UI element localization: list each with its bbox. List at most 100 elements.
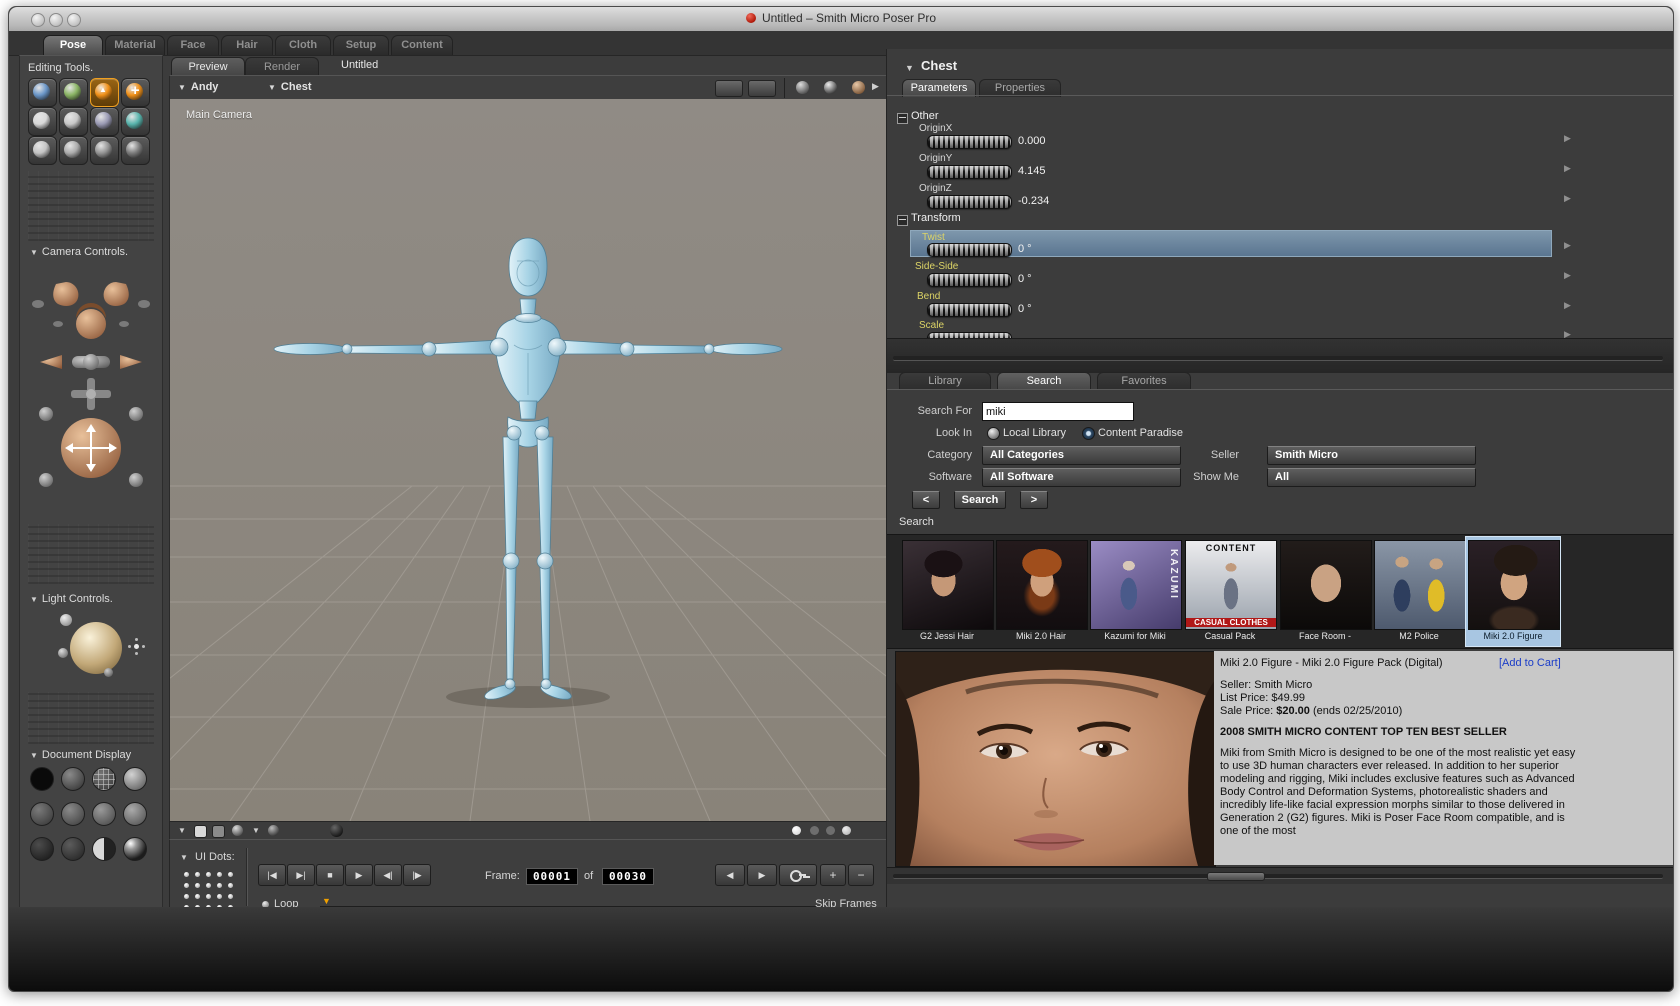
total-frames-field[interactable]: 00030 [602, 868, 654, 885]
content-paradise-radio[interactable] [1082, 427, 1095, 440]
ui-dot[interactable] [228, 894, 233, 899]
result-thumb[interactable]: Miki 2.0 Hair [994, 537, 1088, 646]
seller-dropdown[interactable]: Smith Micro [1267, 446, 1476, 465]
figure-menu[interactable]: Andy [178, 81, 219, 93]
display-wireframe-button[interactable] [92, 767, 116, 791]
color-tool-button[interactable] [121, 107, 150, 136]
tab-pose[interactable]: Pose [43, 35, 103, 55]
param-originx-menu-arrow[interactable]: ▶ [1564, 133, 1571, 144]
first-frame-button[interactable] [258, 864, 286, 886]
scrub-marker[interactable]: ▼ [322, 896, 331, 906]
display-cartoon-button[interactable] [123, 802, 147, 826]
camera-controls-title[interactable]: Camera Controls. [30, 246, 128, 258]
param-twist-menu-arrow[interactable]: ▶ [1564, 240, 1571, 251]
result-thumb[interactable]: M2 Police [1372, 537, 1466, 646]
param-originz-value[interactable]: -0.234 [1018, 195, 1049, 207]
display-hidden-line-button[interactable] [30, 802, 54, 826]
ui-dot[interactable] [195, 883, 200, 888]
tab-search[interactable]: Search [997, 372, 1091, 390]
param-originy-value[interactable]: 4.145 [1018, 165, 1046, 177]
multi-view-icon[interactable] [748, 80, 776, 97]
page-dot-3[interactable] [826, 826, 835, 835]
view-magnifier-tool-button[interactable] [59, 136, 88, 165]
depth-cue-caret-icon[interactable]: ▼ [178, 826, 186, 835]
show-me-dropdown[interactable]: All [1267, 468, 1476, 487]
ui-dots-caret-icon[interactable]: ▼ [180, 853, 188, 862]
parameters-caret-icon[interactable]: ▼ [905, 63, 914, 73]
display-flat-lined-button[interactable] [92, 802, 116, 826]
result-thumb-selected[interactable]: Miki 2.0 Figure [1465, 536, 1561, 647]
grouping-tool-button[interactable] [28, 136, 57, 165]
document-display-title[interactable]: Document Display [30, 749, 131, 761]
param-originz-menu-arrow[interactable]: ▶ [1564, 193, 1571, 204]
param-twist-value[interactable]: 0 ° [1018, 243, 1032, 255]
viewport-3d[interactable]: Main Camera [169, 99, 887, 821]
chain-break-tool-button[interactable] [90, 107, 119, 136]
result-thumb[interactable]: KAZUMI Kazumi for Miki [1088, 537, 1182, 646]
ui-dot[interactable] [184, 905, 189, 910]
ui-dot[interactable] [228, 883, 233, 888]
ui-dot[interactable] [195, 894, 200, 899]
display-shadow-button[interactable] [123, 837, 147, 861]
tab-hair[interactable]: Hair [221, 35, 273, 55]
result-thumb[interactable]: Face Room - [1278, 537, 1372, 646]
param-bend-value[interactable]: 0 ° [1018, 303, 1032, 315]
delete-keyframe-button[interactable] [848, 864, 874, 886]
ui-dot[interactable] [195, 872, 200, 877]
light-controls-cluster[interactable] [58, 614, 154, 686]
stop-button[interactable] [316, 864, 344, 886]
tab-cloth[interactable]: Cloth [275, 35, 331, 55]
page-dot-1[interactable] [792, 826, 801, 835]
camera-view-icon[interactable] [715, 80, 743, 97]
prev-keyframe-button[interactable] [715, 864, 745, 886]
depth-cue-icon[interactable] [824, 81, 837, 94]
hand-icon[interactable] [852, 81, 865, 94]
param-sideside-value[interactable]: 0 ° [1018, 273, 1032, 285]
title-bar[interactable]: Untitled – Smith Micro Poser Pro [9, 7, 1673, 32]
timeline-scrub-track[interactable] [320, 906, 822, 909]
skip-frames-label[interactable]: Skip Frames [815, 898, 877, 910]
step-forward-button[interactable] [403, 864, 431, 886]
ui-dot[interactable] [184, 883, 189, 888]
tab-library[interactable]: Library [899, 372, 991, 390]
ui-dot[interactable] [228, 905, 233, 910]
display-silhouette-button[interactable] [30, 767, 54, 791]
translate-pull-tool-button[interactable] [90, 78, 119, 107]
ui-dot[interactable] [206, 872, 211, 877]
param-sideside-dial[interactable] [927, 273, 1012, 287]
ui-dot[interactable] [228, 872, 233, 877]
ui-dot[interactable] [217, 905, 222, 910]
param-originz-dial[interactable] [927, 195, 1012, 209]
tracking-ball-icon[interactable] [796, 81, 809, 94]
detail-scrollbar-track[interactable] [893, 874, 1663, 879]
display-lit-wireframe-button[interactable] [123, 767, 147, 791]
light-controls-title[interactable]: Light Controls. [30, 593, 113, 605]
step-back-button[interactable] [374, 864, 402, 886]
tab-render[interactable]: Render [245, 57, 319, 76]
ui-dot[interactable] [195, 905, 200, 910]
actor-menu[interactable]: Chest [268, 81, 312, 93]
param-originx-dial[interactable] [927, 135, 1012, 149]
play-button[interactable] [345, 864, 373, 886]
param-sideside-menu-arrow[interactable]: ▶ [1564, 270, 1571, 281]
shadow-ball-icon[interactable] [232, 825, 243, 836]
param-scale-menu-arrow[interactable]: ▶ [1564, 329, 1571, 338]
display-smooth-lined-button[interactable] [61, 837, 85, 861]
tab-content[interactable]: Content [391, 35, 453, 55]
taper-tool-button[interactable] [59, 107, 88, 136]
panel-splitter[interactable] [887, 338, 1673, 373]
collapse-transform-icon[interactable] [897, 215, 908, 226]
tab-preview[interactable]: Preview [171, 57, 245, 76]
ui-dot[interactable] [217, 883, 222, 888]
local-library-label[interactable]: Local Library [1003, 427, 1066, 439]
light-dot-3[interactable] [104, 668, 113, 677]
detail-scrollbar-handle[interactable] [1207, 872, 1265, 881]
add-to-cart-link[interactable]: [Add to Cart] [1499, 657, 1561, 669]
toolbar-overflow-arrow[interactable]: ▶ [872, 81, 879, 92]
search-button[interactable]: Search [954, 491, 1006, 509]
params-scrollbar[interactable] [893, 356, 1663, 361]
ui-dot[interactable] [206, 894, 211, 899]
loop-toggle[interactable] [262, 901, 269, 908]
result-thumb[interactable]: CONTENT CASUAL CLOTHES Casual Pack [1183, 537, 1277, 646]
foreground-swatch[interactable] [212, 825, 225, 838]
